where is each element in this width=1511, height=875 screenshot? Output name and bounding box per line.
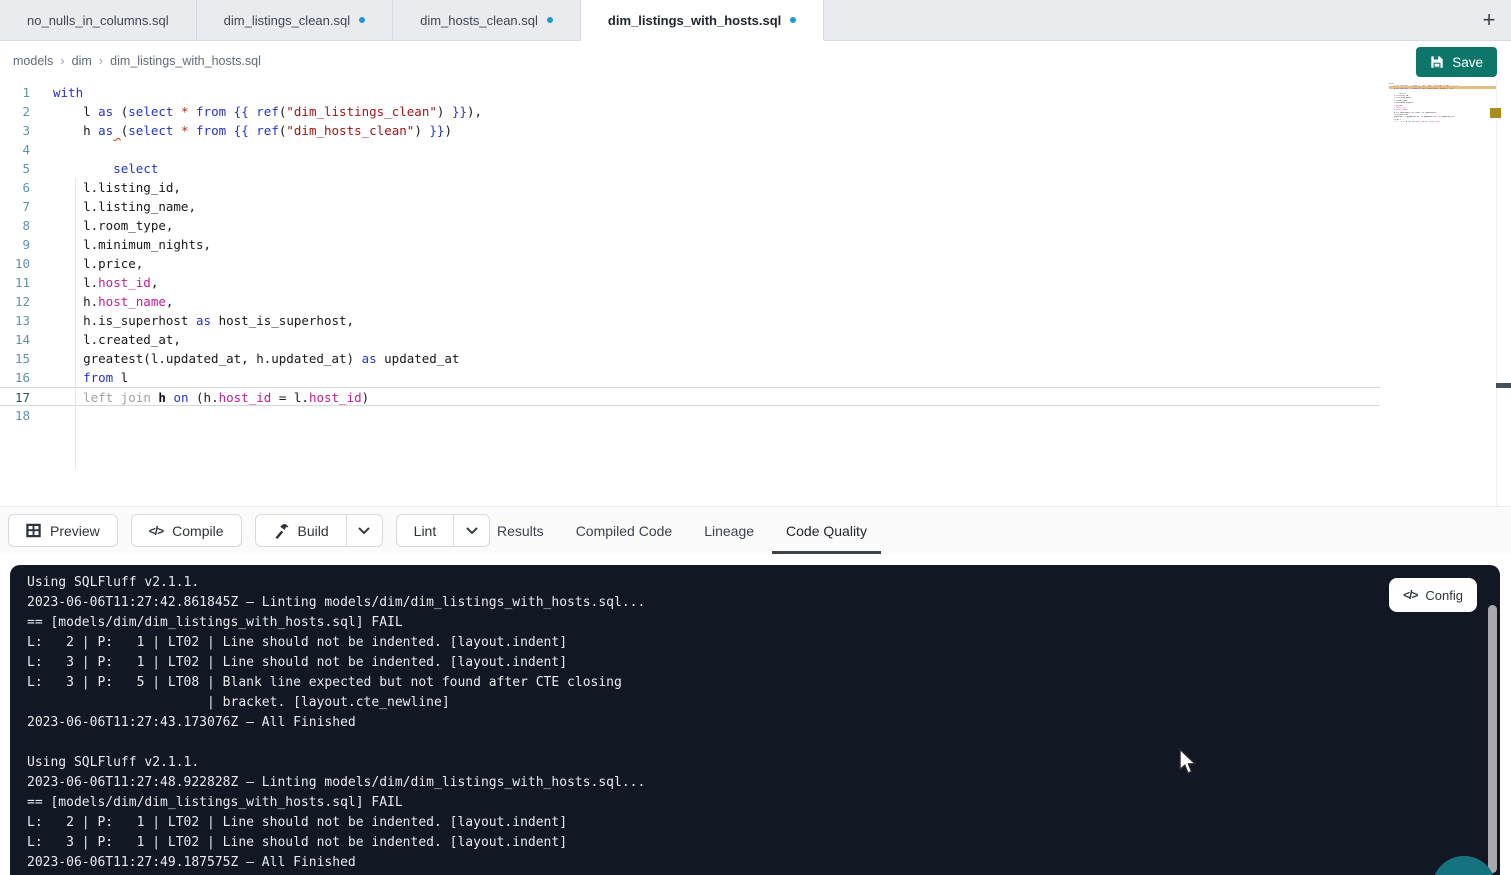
code-line[interactable]: 3 h as (select * from {{ ref("dim_hosts_… [0, 121, 1380, 140]
line-number: 18 [0, 406, 30, 425]
save-icon [1430, 55, 1444, 69]
minimap-content: with l as (select * from {{ ref("dim_lis… [1389, 83, 1496, 126]
code-line[interactable]: 6 l.listing_id, [0, 178, 1380, 197]
breadcrumb-item-models: models [13, 54, 53, 68]
line-number: 11 [0, 273, 30, 292]
tab-label: no_nulls_in_columns.sql [27, 13, 169, 28]
preview-button[interactable]: Preview [8, 514, 118, 547]
code-editor[interactable]: 1with2 l as (select * from {{ ref("dim_l… [0, 80, 1511, 506]
code-line[interactable]: 15 greatest(l.updated_at, h.updated_at) … [0, 349, 1380, 368]
lint-dropdown-button[interactable] [454, 514, 490, 547]
code-line[interactable]: 9 l.minimum_nights, [0, 235, 1380, 254]
lint-output-terminal: Using SQLFluff v2.1.1. 2023-06-06T11:27:… [10, 565, 1500, 875]
hammer-icon [273, 523, 289, 539]
tab-lineage[interactable]: Lineage [704, 523, 754, 539]
tab-label: dim_hosts_clean.sql [420, 13, 538, 28]
code-line[interactable]: 8 l.room_type, [0, 216, 1380, 235]
tab-code-quality[interactable]: Code Quality [786, 523, 867, 539]
code-line[interactable]: 11 l.host_id, [0, 273, 1380, 292]
line-number: 8 [0, 216, 30, 235]
ruler-cursor-marker [1496, 383, 1511, 388]
code-line[interactable]: 17 left join h on (h.host_id = l.host_id… [0, 387, 1380, 406]
modified-dot-icon [359, 17, 365, 23]
code-line[interactable]: 4 [0, 140, 1380, 159]
save-button-label: Save [1452, 55, 1483, 70]
line-number: 17 [0, 388, 30, 405]
code-line[interactable]: 1with [0, 83, 1380, 102]
preview-button-label: Preview [50, 523, 100, 539]
save-button[interactable]: Save [1416, 47, 1497, 77]
compile-button-label: Compile [172, 523, 223, 539]
action-buttons: Preview </> Compile Build [8, 514, 490, 547]
code-line[interactable]: 16 from l [0, 368, 1380, 387]
new-tab-button[interactable]: + [1475, 6, 1503, 34]
tab-results[interactable]: Results [497, 523, 544, 539]
minimap[interactable]: with l as (select * from {{ ref("dim_lis… [1389, 83, 1496, 126]
table-grid-icon [26, 523, 41, 538]
line-number: 4 [0, 140, 30, 159]
tab-label: dim_listings_with_hosts.sql [608, 13, 781, 28]
modified-dot-icon [547, 17, 553, 23]
build-button[interactable]: Build [255, 514, 347, 547]
action-bar: Preview </> Compile Build [0, 506, 1511, 554]
tab-dim_listings_clean-sql[interactable]: dim_listings_clean.sql [197, 0, 393, 40]
line-number: 1 [0, 83, 30, 102]
panel-tabs: Results Compiled Code Lineage Code Quali… [497, 507, 867, 555]
line-number: 3 [0, 121, 30, 140]
build-dropdown-button[interactable] [347, 514, 383, 547]
code-line[interactable]: 13 h.is_superhost as host_is_superhost, [0, 311, 1380, 330]
line-number: 7 [0, 197, 30, 216]
lint-split-button: Lint [396, 514, 491, 547]
code-icon: </> [1403, 588, 1417, 602]
tab-dim_listings_with_hosts-sql[interactable]: dim_listings_with_hosts.sql [581, 0, 824, 40]
line-number: 10 [0, 254, 30, 273]
line-number: 15 [0, 349, 30, 368]
breadcrumb-item-file: dim_listings_with_hosts.sql [110, 54, 261, 68]
code-line[interactable]: 7 l.listing_name, [0, 197, 1380, 216]
code-line[interactable]: 14 l.created_at, [0, 330, 1380, 349]
build-button-label: Build [298, 523, 329, 539]
line-number: 6 [0, 178, 30, 197]
config-button-label: Config [1425, 588, 1463, 603]
code-line[interactable]: 10 l.price, [0, 254, 1380, 273]
line-number: 13 [0, 311, 30, 330]
chevron-down-icon [358, 527, 370, 535]
tab-dim_hosts_clean-sql[interactable]: dim_hosts_clean.sql [393, 0, 581, 40]
tab-label: dim_listings_clean.sql [224, 13, 350, 28]
lint-button-label: Lint [414, 523, 437, 539]
overview-ruler [1496, 80, 1497, 506]
code-line[interactable]: 12 h.host_name, [0, 292, 1380, 311]
code-line[interactable]: 5 select [0, 159, 1380, 178]
ruler-warning-marker [1490, 108, 1501, 118]
code-icon: </> [149, 524, 163, 538]
code-line[interactable]: 18 [0, 406, 1380, 425]
compile-button[interactable]: </> Compile [131, 514, 242, 547]
tab-compiled-code[interactable]: Compiled Code [576, 523, 673, 539]
breadcrumb-row: models › dim › dim_listings_with_hosts.s… [0, 41, 1511, 80]
code-lines: 1with2 l as (select * from {{ ref("dim_l… [0, 83, 1511, 425]
tab-bar: no_nulls_in_columns.sql dim_listings_clea… [0, 0, 1511, 41]
line-number: 14 [0, 330, 30, 349]
terminal-scrollbar[interactable] [1488, 605, 1497, 873]
breadcrumb-item-dim: dim [72, 54, 92, 68]
line-number: 16 [0, 368, 30, 387]
line-number: 9 [0, 235, 30, 254]
config-button[interactable]: </> Config [1389, 578, 1477, 612]
code-line[interactable]: 2 l as (select * from {{ ref("dim_listin… [0, 102, 1380, 121]
line-number: 5 [0, 159, 30, 178]
tab-no_nulls_in_columns-sql[interactable]: no_nulls_in_columns.sql [0, 0, 197, 40]
line-number: 2 [0, 102, 30, 121]
build-split-button: Build [255, 514, 383, 547]
dbt-cloud-ide: no_nulls_in_columns.sql dim_listings_clea… [0, 0, 1511, 875]
line-number: 12 [0, 292, 30, 311]
breadcrumb-separator-icon: › [99, 53, 103, 68]
terminal-text: Using SQLFluff v2.1.1. 2023-06-06T11:27:… [27, 573, 645, 873]
modified-dot-icon [790, 17, 796, 23]
breadcrumb-separator-icon: › [60, 53, 64, 68]
indent-guide [75, 178, 76, 469]
lint-button[interactable]: Lint [396, 514, 455, 547]
tab-strip: no_nulls_in_columns.sql dim_listings_clea… [0, 0, 824, 40]
chevron-down-icon [466, 527, 478, 535]
